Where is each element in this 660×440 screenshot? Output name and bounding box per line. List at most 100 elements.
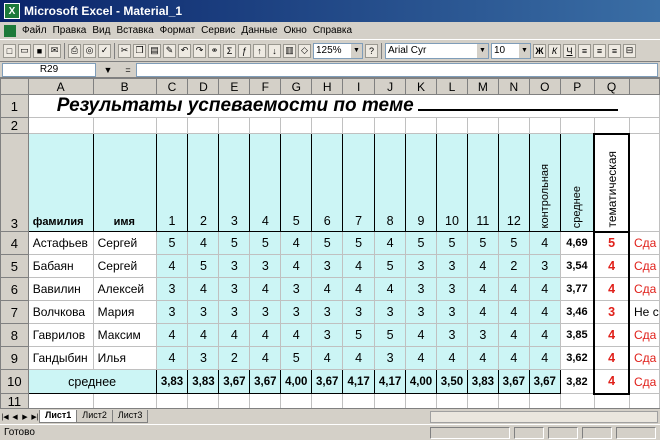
column-header[interactable]: B: [92, 78, 157, 95]
grade-cell[interactable]: 5: [311, 231, 344, 255]
cell[interactable]: [155, 117, 189, 134]
paste-icon[interactable]: ▤: [148, 43, 161, 58]
grade-cell[interactable]: 2: [497, 254, 530, 278]
grade-cell[interactable]: 3: [249, 254, 282, 278]
row-header[interactable]: 9: [0, 346, 29, 370]
column-average-cell[interactable]: 4,00: [405, 369, 437, 394]
cell[interactable]: [155, 393, 189, 408]
sheet-tab-2[interactable]: Лист2: [76, 410, 113, 423]
grade-cell[interactable]: 4: [187, 231, 220, 255]
function-icon[interactable]: ƒ: [238, 43, 251, 58]
student-first-name[interactable]: Алексей: [92, 277, 157, 301]
grade-cell[interactable]: 3: [342, 300, 376, 324]
sheet-tab-1[interactable]: Лист1: [39, 410, 78, 423]
row-header[interactable]: 8: [0, 323, 29, 347]
grade-cell[interactable]: 3: [218, 254, 251, 278]
grade-cell[interactable]: 4: [280, 254, 313, 278]
final-grade-cell[interactable]: 5: [593, 231, 631, 255]
grade-cell[interactable]: 5: [280, 346, 313, 370]
grade-cell[interactable]: 4: [342, 346, 376, 370]
mail-icon[interactable]: ✉: [48, 43, 61, 58]
grade-cell[interactable]: 5: [497, 231, 530, 255]
redo-icon[interactable]: ↷: [193, 43, 206, 58]
result-note-cell[interactable]: Не с: [628, 300, 660, 324]
header-grade-number[interactable]: 5: [280, 133, 313, 232]
column-average-cell[interactable]: 3,67: [528, 369, 561, 394]
result-note-cell[interactable]: Сда: [628, 254, 660, 278]
cell[interactable]: [628, 393, 660, 408]
hyperlink-icon[interactable]: ⚭: [208, 43, 221, 58]
grade-cell[interactable]: 3: [311, 300, 344, 324]
row-header[interactable]: 3: [0, 133, 29, 232]
header-grade-number[interactable]: 2: [187, 133, 220, 232]
grade-cell[interactable]: 5: [405, 231, 437, 255]
cell[interactable]: [311, 117, 344, 134]
underline-icon[interactable]: Ч: [563, 43, 576, 58]
column-average-cell[interactable]: 3,50: [435, 369, 468, 394]
grade-cell[interactable]: 4: [466, 300, 499, 324]
control-cell[interactable]: 3: [528, 254, 561, 278]
column-header[interactable]: J: [374, 78, 407, 95]
average-cell[interactable]: 3,54: [559, 254, 595, 278]
grade-cell[interactable]: 4: [497, 323, 530, 347]
grade-cell[interactable]: 4: [466, 277, 499, 301]
row-header[interactable]: 6: [0, 277, 29, 301]
font-select[interactable]: Arial Cyr ▼: [385, 42, 489, 59]
cell[interactable]: [497, 393, 530, 408]
font-size-select[interactable]: 10 ▼: [491, 42, 531, 59]
control-cell[interactable]: 4: [528, 300, 561, 324]
menu-tools[interactable]: Сервис: [198, 25, 238, 36]
grade-cell[interactable]: 3: [311, 323, 344, 347]
final-grade-cell[interactable]: 4: [593, 323, 631, 347]
cell[interactable]: [374, 393, 407, 408]
grade-cell[interactable]: 4: [311, 277, 344, 301]
column-header[interactable]: P: [559, 78, 595, 95]
menu-edit[interactable]: Правка: [50, 25, 90, 36]
header-thematic-cell[interactable]: тематическая: [593, 132, 631, 233]
header-grade-number[interactable]: 9: [405, 133, 437, 232]
cell[interactable]: [405, 393, 437, 408]
column-average-cell[interactable]: 3,83: [155, 369, 189, 394]
control-cell[interactable]: 4: [528, 231, 561, 255]
bold-icon[interactable]: Ж: [533, 43, 546, 58]
student-last-name[interactable]: Гаврилов: [27, 323, 94, 347]
drawing-icon[interactable]: ◇: [298, 43, 311, 58]
column-average-cell[interactable]: 4,17: [342, 369, 376, 394]
grade-cell[interactable]: 4: [155, 323, 189, 347]
header-last-name[interactable]: фамилия: [27, 133, 94, 232]
preview-icon[interactable]: ◎: [83, 43, 96, 58]
spelling-icon[interactable]: ✓: [98, 43, 111, 58]
grade-cell[interactable]: 2: [218, 346, 251, 370]
grade-cell[interactable]: 4: [405, 323, 437, 347]
grade-cell[interactable]: 3: [435, 323, 468, 347]
control-cell[interactable]: 4: [528, 346, 561, 370]
grade-cell[interactable]: 3: [249, 300, 282, 324]
new-icon[interactable]: □: [3, 43, 16, 58]
average-cell[interactable]: 3,62: [559, 346, 595, 370]
italic-icon[interactable]: К: [548, 43, 561, 58]
student-first-name[interactable]: Сергей: [92, 231, 157, 255]
grade-cell[interactable]: 4: [374, 277, 407, 301]
cell[interactable]: [559, 117, 595, 134]
cell[interactable]: [466, 117, 499, 134]
header-grade-number[interactable]: 8: [374, 133, 407, 232]
student-last-name[interactable]: Вавилин: [27, 277, 94, 301]
cell[interactable]: [435, 117, 468, 134]
header-control-cell[interactable]: контрольная: [528, 133, 561, 232]
column-header[interactable]: I: [342, 78, 376, 95]
header-grade-number[interactable]: 3: [218, 133, 251, 232]
grade-cell[interactable]: 4: [497, 300, 530, 324]
grade-cell[interactable]: 4: [187, 323, 220, 347]
student-first-name[interactable]: Максим: [92, 323, 157, 347]
merge-center-icon[interactable]: ⊟: [623, 43, 636, 58]
chart-icon[interactable]: ▥: [283, 43, 296, 58]
final-grade-cell[interactable]: 4: [593, 346, 631, 370]
grade-cell[interactable]: 5: [218, 231, 251, 255]
control-cell[interactable]: 4: [528, 323, 561, 347]
average-cell[interactable]: 3,85: [559, 323, 595, 347]
grade-cell[interactable]: 3: [405, 277, 437, 301]
cell[interactable]: [342, 393, 376, 408]
row-header[interactable]: 10: [0, 369, 29, 394]
student-first-name[interactable]: Сергей: [92, 254, 157, 278]
grade-cell[interactable]: 3: [435, 300, 468, 324]
